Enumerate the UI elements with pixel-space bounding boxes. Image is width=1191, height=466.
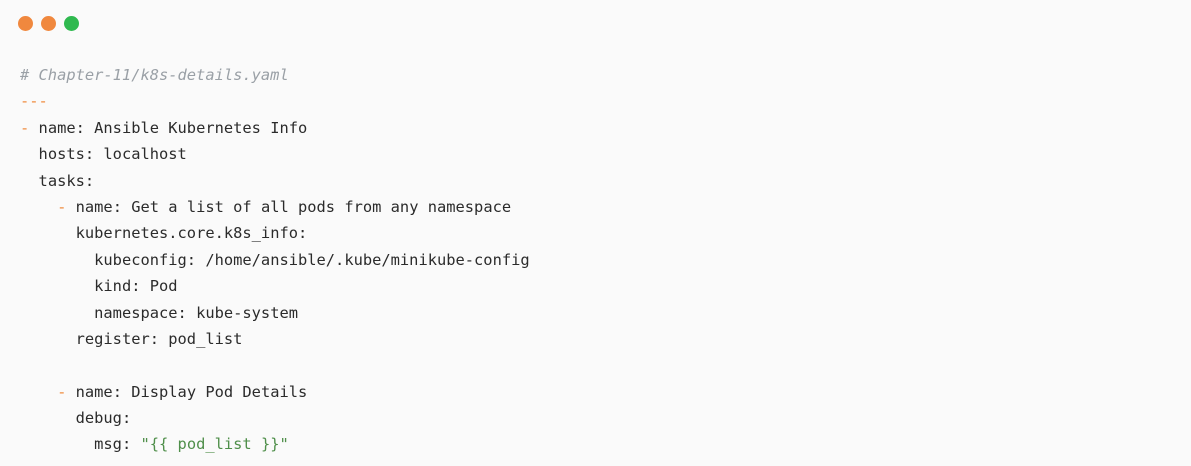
code-line: hosts: localhost <box>20 141 530 167</box>
code-line: msg: "{{ pod_list }}" <box>20 431 530 457</box>
yaml-dash: - <box>20 118 39 137</box>
code-line: - name: Display Pod Details <box>20 379 530 405</box>
code-line: namespace: kube-system <box>20 300 530 326</box>
code-string: "{{ pod_list }}" <box>140 435 289 454</box>
code-text: name: Ansible Kubernetes Info <box>38 118 308 137</box>
code-text: kind: Pod <box>94 277 178 296</box>
code-text: name: Display Pod Details <box>75 382 308 401</box>
maximize-button[interactable] <box>64 16 79 31</box>
code-text: msg: <box>94 435 141 454</box>
code-line: - name: Get a list of all pods from any … <box>20 194 530 220</box>
code-line: tasks: <box>20 168 530 194</box>
close-button[interactable] <box>18 16 33 31</box>
code-line: kubernetes.core.k8s_info: <box>20 220 530 246</box>
minimize-button[interactable] <box>41 16 56 31</box>
code-text: debug: <box>75 409 132 428</box>
code-line: debug: <box>20 405 530 431</box>
code-line: --- <box>20 88 530 114</box>
yaml-dash: - <box>57 197 76 216</box>
code-block: # Chapter-11/k8s-details.yaml --- - name: … <box>20 62 530 458</box>
code-line: # Chapter-11/k8s-details.yaml <box>20 62 530 88</box>
code-comment: # Chapter-11/k8s-details.yaml <box>20 66 289 84</box>
yaml-dash: - <box>57 382 76 401</box>
code-text: hosts: localhost <box>38 145 187 164</box>
code-line: kubeconfig: /home/ansible/.kube/minikube… <box>20 247 530 273</box>
yaml-dash: --- <box>20 92 48 111</box>
code-text: name: Get a list of all pods from any na… <box>75 197 512 216</box>
code-text: kubernetes.core.k8s_info: <box>75 224 308 243</box>
code-text: register: pod_list <box>75 329 243 348</box>
code-window: # Chapter-11/k8s-details.yaml --- - name: … <box>0 0 1191 466</box>
code-text: kubeconfig: /home/ansible/.kube/minikube… <box>94 250 530 269</box>
code-text: namespace: kube-system <box>94 303 298 322</box>
code-text: tasks: <box>38 171 95 190</box>
window-controls <box>18 16 79 32</box>
code-line: - name: Ansible Kubernetes Info <box>20 115 530 141</box>
code-line: kind: Pod <box>20 273 530 299</box>
code-line: register: pod_list <box>20 326 530 352</box>
